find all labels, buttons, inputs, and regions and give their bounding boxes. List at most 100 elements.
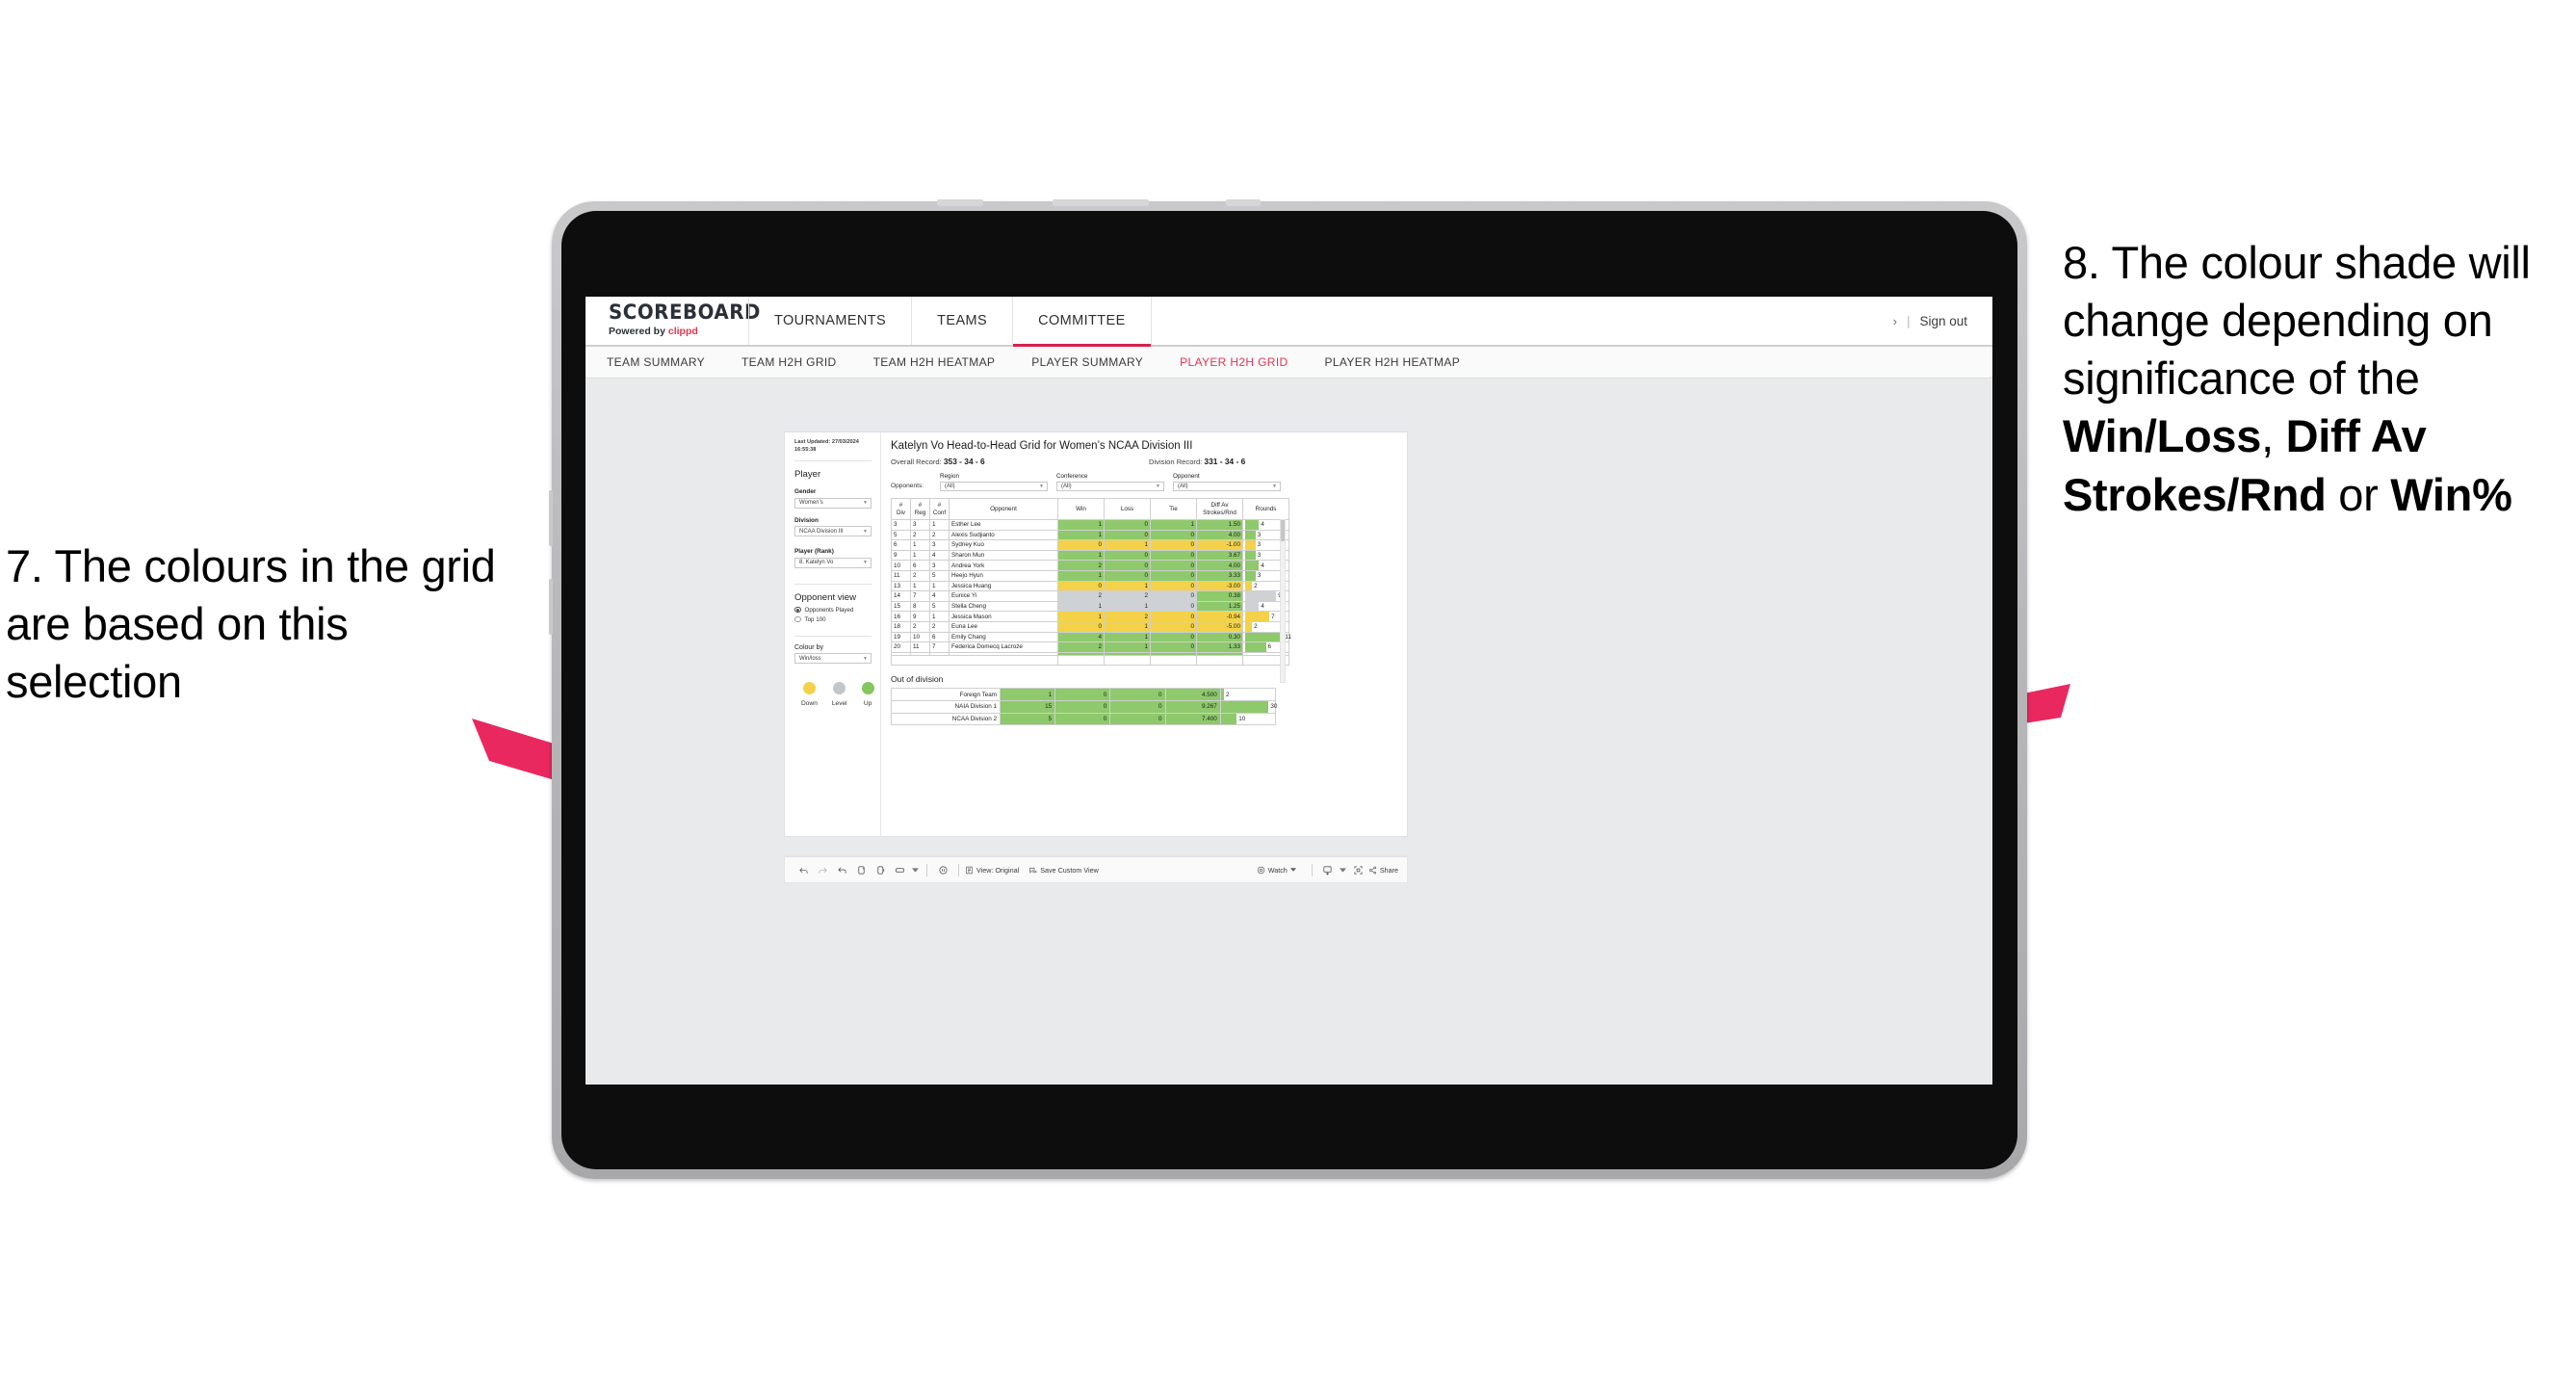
rounds-bar-value: 7: [1271, 613, 1275, 620]
player-rank-select[interactable]: 8. Katelyn Vo ▼: [794, 557, 872, 568]
chevron-down-icon[interactable]: [1338, 867, 1349, 874]
table-row[interactable]: NAIA Division 1 15 0 0 9.267 30: [891, 699, 1278, 714]
share-button[interactable]: Share: [1368, 866, 1398, 875]
table-row[interactable]: 13 1 1 Jessica Huang 0 1 0 -3.00 2: [891, 580, 1289, 592]
col-opponent: Opponent: [949, 498, 1058, 520]
nav-committee[interactable]: COMMITTEE: [1012, 297, 1152, 347]
rounds-bar-fill: [1245, 561, 1260, 570]
col-diff: Diff Av Strokes/Rnd: [1196, 498, 1243, 520]
legend-dot-level: [833, 682, 846, 695]
region-select[interactable]: (All) ▼: [940, 481, 1048, 491]
cell-ood-name: NCAA Division 2: [891, 712, 1001, 726]
main-panel: Katelyn Vo Head-to-Head Grid for Women’s…: [881, 432, 1407, 836]
cell-div: 13: [891, 580, 911, 592]
h2h-grid-table: # Div # Reg # Conf Opponent Win Loss Tie Di…: [891, 498, 1291, 667]
cell-diff: 4.00: [1196, 560, 1243, 571]
table-row[interactable]: 18 2 2 Euna Lee 0 1 0 -5.00 2: [891, 620, 1289, 633]
sign-out-link[interactable]: Sign out: [1919, 314, 1967, 328]
cell-opponent: Sydney Kuo: [949, 539, 1058, 551]
cell-tie: 0: [1150, 529, 1197, 541]
view-original-button[interactable]: View: Original: [965, 866, 1019, 875]
rounds-bar-value: 3: [1257, 541, 1262, 549]
cell-diff: 0.30: [1196, 631, 1243, 643]
radio-opponents-played[interactable]: Opponents Played: [794, 607, 872, 614]
header-divider: |: [1906, 313, 1911, 328]
chevron-right-icon[interactable]: ›: [1893, 314, 1897, 328]
pause-auto-update-icon[interactable]: [933, 865, 952, 876]
table-row[interactable]: 5 2 2 Alexis Sudjianto 1 0 0 4.00 3: [891, 529, 1289, 541]
table-row[interactable]: 10 6 3 Andrea York 2 0 0 4.00 4: [891, 560, 1289, 571]
nav-tournaments[interactable]: TOURNAMENTS: [748, 297, 913, 345]
cell-ood-diff: 9.267: [1164, 699, 1221, 714]
device-layout-icon[interactable]: [890, 865, 909, 876]
grid-scrollbar[interactable]: [1280, 519, 1286, 683]
subnav-team-summary[interactable]: TEAM SUMMARY: [607, 355, 724, 369]
cell-ood-rounds: 2: [1219, 688, 1277, 701]
rounds-bar-value: 4: [1261, 603, 1264, 611]
table-row[interactable]: Foreign Team 1 0 0 4.500 2: [891, 688, 1277, 701]
table-row[interactable]: 1474Eunice Yi2200.389: [891, 590, 1289, 602]
cell-tie: 0: [1150, 590, 1197, 602]
table-row[interactable]: 19 10 6 Emily Chang 4 1 0 0.30 11: [891, 631, 1291, 643]
table-row[interactable]: NCAA Division 2 5 0 0 7.400 10: [891, 712, 1277, 726]
table-row[interactable]: 6 1 3 Sydney Kuo 0 1 0 -1.00 3: [891, 539, 1289, 551]
radio-top-100[interactable]: Top 100: [794, 616, 872, 623]
grid-scrollbar-thumb[interactable]: [1281, 520, 1285, 541]
division-record-value: 331 - 34 - 6: [1204, 457, 1246, 466]
chevron-down-icon: [1289, 868, 1296, 872]
ood-rounds-bar-value: 30: [1270, 703, 1278, 711]
conference-select[interactable]: (All) ▼: [1056, 481, 1164, 491]
division-select[interactable]: NCAA Division III ▼: [794, 526, 872, 537]
cell-opponent: Federica Domecq Lacroze: [949, 641, 1058, 653]
cell-div: 15: [891, 600, 911, 613]
refresh-data-icon[interactable]: [871, 865, 890, 876]
toolbar-divider: [926, 863, 927, 876]
records-row: Overall Record: 353 - 34 - 6 Division Re…: [891, 457, 1397, 466]
undo-icon[interactable]: [794, 865, 813, 876]
rounds-bar-value: 6: [1267, 643, 1272, 651]
table-row[interactable]: 20 11 7 Federica Domecq Lacroze 2 1 0 1.33 6: [891, 641, 1289, 653]
redo-icon[interactable]: [813, 865, 832, 876]
chevron-down-icon: ▼: [1156, 483, 1160, 489]
cell-opponent: Alexis Sudjianto: [949, 529, 1058, 541]
cell-tie: 0: [1150, 580, 1197, 592]
table-row[interactable]: 15 8 5 Stella Cheng 1 1 0 1.25 4: [891, 600, 1289, 613]
cell-loss: 0: [1104, 560, 1151, 571]
nav-teams[interactable]: TEAMS: [911, 297, 1014, 345]
tablet-button-1: [937, 199, 983, 206]
subnav-player-summary[interactable]: PLAYER SUMMARY: [1031, 355, 1162, 369]
download-icon[interactable]: [1318, 865, 1338, 876]
opponent-select[interactable]: (All) ▼: [1173, 481, 1281, 491]
cell-reg: 2: [910, 529, 930, 541]
annotation-8: 8. The colour shade will change dependin…: [2063, 234, 2573, 524]
table-row[interactable]: 11 2 5 Heejo Hyun 1 0 0 3.33 3: [891, 569, 1289, 582]
grid-body: 3 3 1 Esther Lee 1 0 1 1.50 4 5 2 2 Alexis Sudjianto…: [891, 519, 1291, 667]
subnav-team-h2h-heatmap[interactable]: TEAM H2H HEATMAP: [873, 355, 1015, 369]
brand-logo[interactable]: SCOREBOARD Powered by clippd: [585, 297, 760, 345]
cell-conf: 4: [929, 590, 950, 602]
cell-loss: 1: [1104, 580, 1151, 592]
watch-button[interactable]: Watch: [1257, 866, 1296, 875]
colour-by-select[interactable]: Win/loss ▼: [794, 653, 872, 665]
cell-reg: 6: [910, 560, 930, 571]
chevron-down-icon[interactable]: [909, 867, 921, 874]
table-row[interactable]: 9 1 4 Sharon Mun 1 0 0 3.67 3: [891, 549, 1289, 562]
tablet-volume-down: [549, 579, 553, 635]
pause-refresh-icon[interactable]: [851, 865, 871, 876]
cell-ood-tie: 0: [1109, 712, 1166, 726]
out-of-division-title: Out of division: [891, 674, 944, 685]
gender-select[interactable]: Women’s ▼: [794, 497, 872, 509]
save-custom-view-button[interactable]: Save Custom View: [1028, 866, 1099, 875]
rounds-bar-fill: [1245, 601, 1260, 612]
table-row[interactable]: 16 9 1 Jessica Mason 1 2 0 -0.94 7: [891, 611, 1289, 622]
cell-conf: 1: [929, 519, 950, 531]
subnav-player-h2h-heatmap[interactable]: PLAYER H2H HEATMAP: [1325, 355, 1480, 369]
cell-blank: [1196, 655, 1243, 667]
cell-div: 11: [891, 569, 911, 582]
subnav-player-h2h-grid[interactable]: PLAYER H2H GRID: [1180, 355, 1307, 369]
subnav-team-h2h-grid[interactable]: TEAM H2H GRID: [742, 355, 856, 369]
revert-icon[interactable]: [832, 865, 851, 876]
table-row[interactable]: 3 3 1 Esther Lee 1 0 1 1.50 4: [891, 519, 1289, 531]
fullscreen-icon[interactable]: [1349, 865, 1368, 876]
cell-loss: 0: [1104, 529, 1151, 541]
